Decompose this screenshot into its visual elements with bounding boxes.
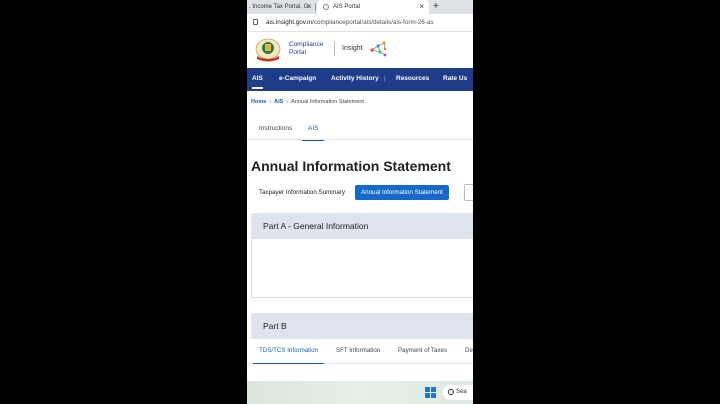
site-header: Compliance Portal Insight — [247, 32, 473, 68]
breadcrumb-ais[interactable]: AIS — [274, 99, 283, 105]
tab-payment-of-taxes[interactable]: Payment of Taxes — [398, 340, 447, 363]
browser-window: . Income Tax Portal, G × AIS Portal × + … — [247, 0, 473, 404]
address-bar[interactable]: ais.insight.gov.in/complianceportal/ais/… — [247, 14, 473, 32]
tab-demand[interactable]: De — [465, 340, 473, 363]
tab-divider — [315, 3, 316, 11]
annual-information-statement-button[interactable]: Annual Information Statement — [355, 185, 449, 200]
favicon-icon — [323, 4, 329, 10]
page-tabs: Instructions AIS — [247, 118, 473, 141]
income-tax-emblem-icon[interactable] — [254, 38, 282, 62]
nav-item-resources[interactable]: Resources — [396, 68, 429, 91]
compliance-line-1: Compliance — [289, 41, 324, 48]
taxpayer-information-summary-button[interactable]: Taxpayer Information Summary — [253, 185, 351, 200]
nav-item-ais[interactable]: AIS — [252, 68, 263, 91]
lock-icon[interactable] — [253, 19, 258, 25]
part-a-header[interactable]: Part A - General Information — [251, 213, 473, 239]
main-nav: AIS e-Campaign Activity History | Resour… — [247, 68, 473, 91]
windows-start-icon[interactable] — [425, 387, 436, 398]
part-b-header[interactable]: Part B — [251, 313, 473, 339]
part-b-tabs: TDS/TCS Information SFT Information Paym… — [247, 340, 473, 364]
part-a-title: Part A - General Information — [263, 221, 369, 231]
download-button[interactable] — [464, 184, 473, 201]
breadcrumb: Home › AIS › Annual Information Statement — [251, 99, 364, 105]
browser-tab-strip: . Income Tax Portal, G × AIS Portal × + — [247, 0, 473, 14]
tab-tds-tcs-information[interactable]: TDS/TCS Information — [252, 340, 325, 364]
breadcrumb-home[interactable]: Home — [251, 99, 266, 105]
tab-title: . Income Tax Portal, G — [249, 4, 309, 10]
taskbar-search-label: Sea — [456, 389, 467, 395]
tab-sft-information[interactable]: SFT Information — [336, 340, 380, 363]
compliance-line-2: Portal — [289, 49, 306, 56]
breadcrumb-separator: › — [286, 99, 289, 105]
nav-separator: | — [384, 75, 386, 82]
tab-ais[interactable]: AIS — [301, 118, 326, 141]
nav-item-rate-us[interactable]: Rate Us — [443, 68, 467, 91]
url-text[interactable]: ais.insight.gov.in/complianceportal/ais/… — [266, 14, 434, 32]
tab-title: AIS Portal — [333, 4, 361, 10]
breadcrumb-current: Annual Information Statement — [291, 99, 364, 105]
insight-label[interactable]: Insight — [342, 45, 363, 52]
part-b-title: Part B — [263, 321, 287, 331]
taskbar-search[interactable]: Sea — [443, 385, 473, 400]
url-host: ais.insight.gov.in — [266, 19, 313, 26]
header-divider — [334, 42, 335, 56]
close-icon[interactable]: × — [307, 0, 312, 14]
compliance-portal-title[interactable]: Compliance Portal — [289, 41, 323, 57]
url-path: /complianceportal/ais/details/ais-form-2… — [312, 19, 434, 26]
new-tab-icon[interactable]: + — [433, 0, 439, 14]
insight-network-icon[interactable] — [368, 38, 388, 60]
nav-item-activity-history[interactable]: Activity History — [331, 68, 379, 91]
page-title: Annual Information Statement — [251, 158, 451, 174]
part-a-content — [251, 239, 473, 298]
breadcrumb-separator: › — [269, 99, 272, 105]
nav-item-e-campaign[interactable]: e-Campaign — [279, 68, 316, 91]
browser-tab-ais-portal[interactable]: AIS Portal × — [317, 0, 429, 14]
tab-instructions[interactable]: Instructions — [259, 118, 292, 140]
close-icon[interactable]: × — [419, 0, 424, 14]
windows-taskbar: Sea — [247, 381, 473, 404]
